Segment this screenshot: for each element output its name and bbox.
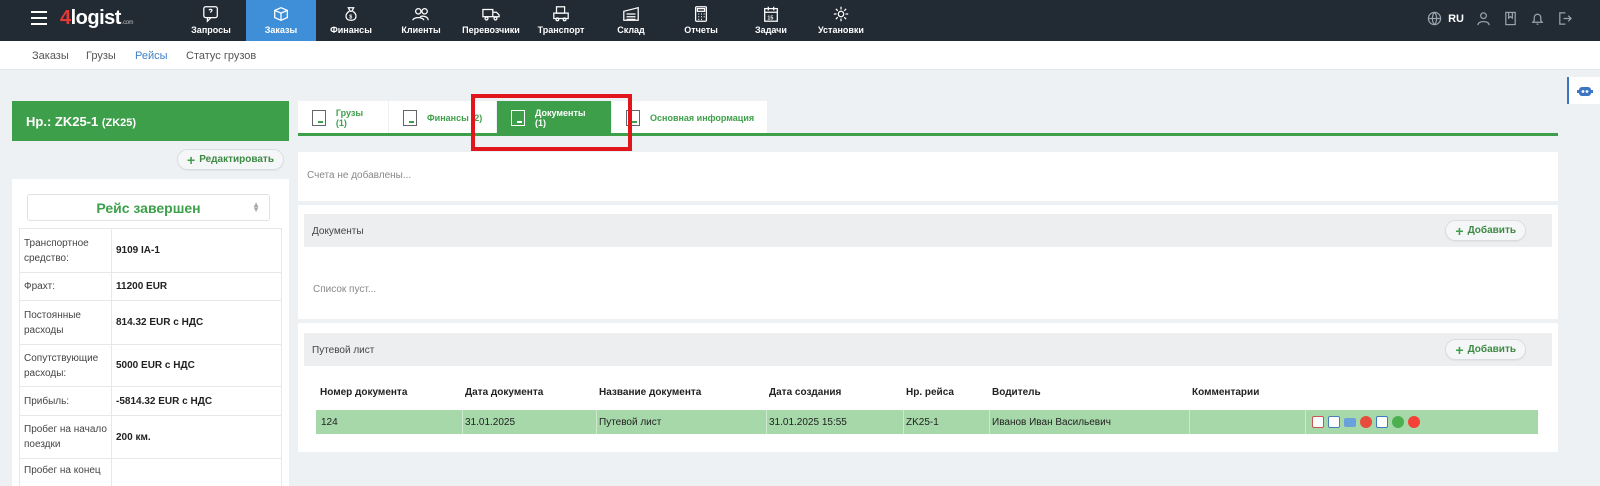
table-row[interactable]: 124 31.01.2025 Путевой лист 31.01.2025 1… (316, 410, 1538, 434)
nav-tasks[interactable]: 15 Задачи (736, 0, 806, 41)
delete-icon[interactable] (1360, 416, 1372, 428)
nav-requests[interactable]: Запросы (176, 0, 246, 41)
col-doc-name: Название документа (599, 387, 702, 398)
trip-details: Рейс завершен ▲ ▼ Транспортное средство: 9… (12, 179, 289, 486)
money-bag-icon: $ (345, 7, 357, 21)
bell-icon[interactable] (1530, 11, 1545, 26)
subnav-cargo-status[interactable]: Статус грузов (186, 50, 256, 62)
nav-finance[interactable]: $ Финансы (316, 0, 386, 41)
sort-arrows-icon: ▲ ▼ (252, 200, 260, 214)
subnav-orders[interactable]: Заказы (32, 50, 69, 62)
trip-info-table: Транспортное средство: 9109 IA-1 Фрахт: 11… (19, 228, 282, 486)
users-icon (412, 7, 429, 21)
info-row: Прибыль: -5814.32 EUR с НДС (20, 387, 281, 416)
trip-summary-panel: Нр.: ZK25-1 (ZK25) + Редактировать Рейс з… (12, 101, 289, 486)
calculator-icon (694, 6, 708, 22)
logo[interactable]: 4logist.com (60, 7, 133, 30)
info-row: Постоянные расходы 814.32 EUR с НДС (20, 301, 281, 345)
svg-text:15: 15 (767, 15, 773, 21)
tab-main-info[interactable]: Основная информация (612, 101, 767, 134)
documents-empty-text: Список пуст... (313, 284, 377, 295)
documents-title: Документы (312, 226, 364, 237)
email-icon[interactable] (1344, 418, 1356, 427)
truck-icon (482, 8, 500, 21)
plus-icon: + (1455, 222, 1464, 239)
info-row: Сопутствующие расходы: 5000 EUR с НДС (20, 345, 281, 387)
tab-cargo[interactable]: Грузы (1) (298, 101, 388, 134)
trip-header: Нр.: ZK25-1 (ZK25) (12, 101, 289, 141)
row-actions (1306, 416, 1420, 428)
top-bar: 4logist.com Запросы Заказы $ Финансы Кли… (0, 0, 1600, 41)
info-row: Транспортное средство: 9109 IA-1 (20, 229, 281, 273)
nav-settings[interactable]: Установки (806, 0, 876, 41)
globe-icon[interactable] (1427, 11, 1442, 26)
col-created: Дата создания (769, 387, 842, 398)
chat-question-icon (203, 6, 218, 23)
calendar-icon: 15 (764, 6, 778, 22)
documents-header: Документы + Добавить (304, 214, 1552, 247)
plus-icon: + (187, 151, 196, 168)
col-doc-date: Дата документа (465, 387, 544, 398)
main-nav: Запросы Заказы $ Финансы Клиенты Перевоз… (176, 0, 876, 41)
top-right-tools: RU (1427, 11, 1572, 26)
bookmark-icon[interactable] (1503, 11, 1518, 26)
subnav-trips[interactable]: Рейсы (135, 50, 168, 62)
trip-status-select[interactable]: Рейс завершен ▲ ▼ (27, 194, 270, 221)
document-icon (312, 109, 326, 126)
nav-transport[interactable]: Транспорт (526, 0, 596, 41)
info-row: Фрахт: 11200 EUR (20, 273, 281, 301)
edit-icon[interactable] (1328, 416, 1340, 428)
col-number: Номер документа (320, 387, 408, 398)
language-selector[interactable]: RU (1448, 13, 1464, 25)
user-icon[interactable] (1476, 11, 1491, 26)
info-row: Пробег на конец (20, 459, 281, 486)
waybill-title: Путевой лист (312, 345, 375, 356)
nav-reports[interactable]: Отчеты (666, 0, 736, 41)
waybill-header: Путевой лист + Добавить (304, 333, 1552, 366)
add-waybill-button[interactable]: + Добавить (1445, 339, 1526, 360)
report-icon[interactable] (1376, 416, 1388, 428)
trip-title: Нр.: ZK25-1 (26, 114, 99, 129)
document-icon (403, 109, 417, 126)
logout-icon[interactable] (1557, 11, 1572, 26)
assistant-button[interactable] (1567, 77, 1600, 104)
vehicle-icon (553, 6, 569, 22)
trip-code: (ZK25) (101, 117, 137, 129)
approve-icon[interactable] (1392, 416, 1404, 428)
waybill-table: Номер документа Дата документа Название … (316, 387, 1538, 434)
edit-button[interactable]: + Редактировать (177, 149, 284, 170)
table-header: Номер документа Дата документа Название … (316, 387, 1538, 401)
invoices-empty-text: Счета не добавлены... (307, 170, 412, 181)
highlight-box (471, 94, 632, 151)
col-trip: Нр. рейса (906, 387, 954, 398)
subnav-cargo[interactable]: Грузы (86, 50, 116, 62)
info-row: Пробег на начало поездки 200 км. (20, 416, 281, 459)
record-icon[interactable] (1408, 416, 1420, 428)
nav-warehouse[interactable]: Склад (596, 0, 666, 41)
waybill-panel: Путевой лист + Добавить Номер документа Д… (298, 323, 1558, 452)
gear-icon (833, 6, 849, 22)
box-icon (274, 7, 288, 21)
nav-carriers[interactable]: Перевозчики (456, 0, 526, 41)
svg-text:$: $ (349, 15, 352, 21)
nav-orders[interactable]: Заказы (246, 0, 316, 41)
warehouse-icon (623, 6, 639, 21)
menu-icon[interactable] (31, 11, 47, 25)
plus-icon: + (1455, 341, 1464, 358)
robot-icon (1576, 86, 1593, 96)
col-driver: Водитель (992, 387, 1041, 398)
invoices-panel: Счета не добавлены... (298, 152, 1558, 201)
add-document-button[interactable]: + Добавить (1445, 220, 1526, 241)
documents-panel: Документы + Добавить Список пуст... (298, 205, 1558, 319)
col-comment: Комментарии (1192, 387, 1260, 398)
nav-clients[interactable]: Клиенты (386, 0, 456, 41)
pdf-icon[interactable] (1312, 416, 1324, 428)
sub-nav: Заказы Грузы Рейсы Статус грузов (0, 41, 1600, 70)
